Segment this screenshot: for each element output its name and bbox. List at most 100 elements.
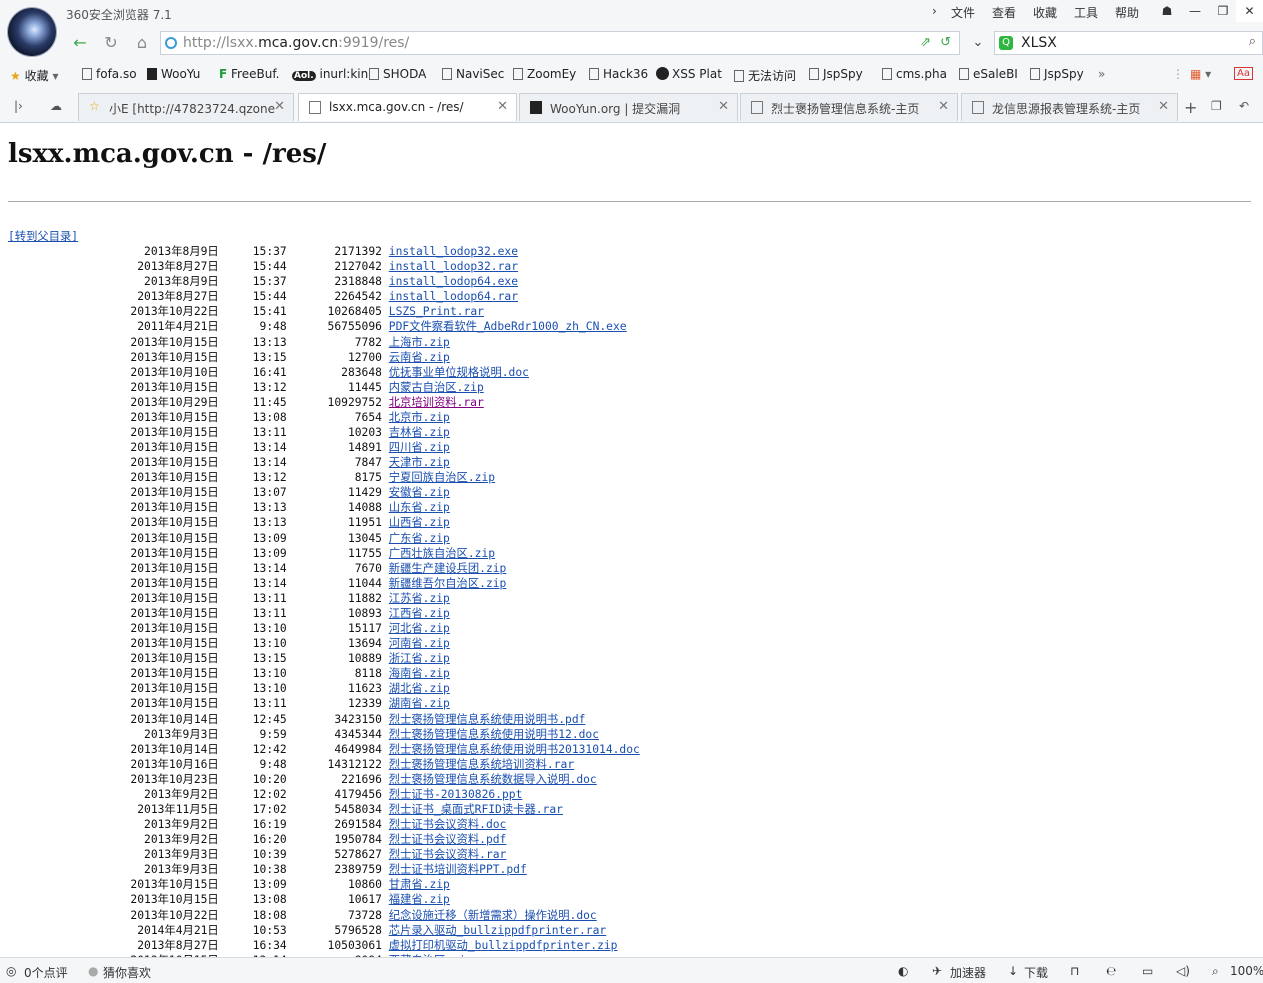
zoom-level[interactable]: 100% [1230,964,1263,978]
file-link[interactable]: 芯片录入驱动_bullzippdfprinter.rar [389,924,606,937]
file-link[interactable]: 北京市.zip [389,411,450,424]
security-icon[interactable]: ◐ [898,964,908,978]
bookmark-item[interactable]: XSS Plat [656,67,722,81]
file-link[interactable]: install_lodop32.exe [389,245,518,258]
bookmark-item[interactable]: Aol. inurl:kin [292,67,368,81]
file-link[interactable]: 烈士褒扬管理信息系统数据导入说明.doc [389,773,597,786]
undo-close-icon[interactable]: ↶ [1239,99,1249,113]
file-link[interactable]: 山东省.zip [389,501,450,514]
file-link[interactable]: 宁夏回族自治区.zip [389,471,495,484]
comment-icon[interactable]: ◎ [6,964,16,978]
menu-tools[interactable]: 工具 [1074,4,1098,21]
tab-report-system[interactable]: 龙信思源报表管理系统-主页 ✕ [961,93,1178,121]
file-link[interactable]: 烈士证书-20130826.ppt [389,788,523,801]
menu-file[interactable]: 文件 [951,4,975,21]
bookmark-item[interactable]: JspSpy [1030,67,1084,81]
bookmark-item[interactable]: 无法访问 [734,67,796,84]
tab-list-icon[interactable]: ❐ [1211,99,1222,113]
accelerator-button[interactable]: 加速器 [950,964,986,981]
tab-wooyun[interactable]: WooYun.org | 提交漏洞 ✕ [519,93,738,121]
file-link[interactable]: install_lodop32.rar [389,260,518,273]
file-link[interactable]: 广东省.zip [389,532,450,545]
reload-green-icon[interactable]: ↺ [940,35,951,50]
menu-favorites[interactable]: 收藏 [1033,4,1057,21]
file-link[interactable]: 新疆维吾尔自治区.zip [389,577,507,590]
tab-martyr-system[interactable]: 烈士褒扬管理信息系统-主页 ✕ [740,93,958,121]
back-icon[interactable]: ← [68,31,92,55]
close-tab-icon[interactable]: ✕ [274,99,285,114]
file-link[interactable]: PDF文件察看软件_AdbeRdr1000_zh_CN.exe [389,320,627,333]
apps-grid-icon[interactable]: ▦ ▾ [1190,67,1211,81]
search-icon[interactable]: ⌕ [1249,34,1256,49]
volume-icon[interactable]: ◁) [1176,964,1190,978]
bookmark-item[interactable]: fofa.so [82,67,137,81]
refresh-icon[interactable]: ↻ [99,31,123,55]
bookmark-favorites[interactable]: ★ 收藏 ▾ [10,67,58,84]
screenshot-icon[interactable]: ⊓ [1070,964,1079,978]
cloud-icon[interactable]: ☁ [50,99,62,113]
download-icon[interactable]: ↓ [1008,964,1018,978]
file-link[interactable]: LSZS_Print.rar [389,305,484,318]
close-tab-icon[interactable]: ✕ [497,99,508,114]
translate-icon[interactable]: Aa [1234,67,1253,80]
file-link[interactable]: 天津市.zip [389,456,450,469]
ie-mode-icon[interactable]: ℮ [1106,964,1116,978]
search-box[interactable]: Q XLSX ⌕ [994,31,1263,55]
file-link[interactable]: 纪念设施迁移（新增需求）操作说明.doc [389,909,597,922]
file-link[interactable]: 甘肃省.zip [389,878,450,891]
file-link[interactable]: 广西壮族自治区.zip [389,547,495,560]
file-link[interactable]: 湖南省.zip [389,697,450,710]
close-tab-icon[interactable]: ✕ [718,99,729,114]
file-link[interactable]: 江西省.zip [389,607,450,620]
file-link[interactable]: 山西省.zip [389,516,450,529]
recommend-link[interactable]: 猜你喜欢 [103,964,151,981]
menu-chevron-icon[interactable]: › [932,4,937,18]
bookmark-item[interactable]: F FreeBuf. [219,67,280,81]
bookmark-item[interactable]: JspSpy [809,67,863,81]
file-link[interactable]: 烈士褒扬管理信息系统使用说明书20131014.doc [389,743,640,756]
home-icon[interactable]: ⌂ [130,31,154,55]
browser-logo-icon[interactable] [8,8,56,56]
bookmark-item[interactable]: eSaleBI [959,67,1018,81]
file-link[interactable]: install_lodop64.exe [389,275,518,288]
file-link[interactable]: 优抚事业单位规格说明.doc [389,366,529,379]
file-link[interactable]: 烈士证书会议资料.pdf [389,833,507,846]
bookmark-item[interactable]: WooYu [147,67,200,81]
file-link[interactable]: 福建省.zip [389,893,450,906]
file-link[interactable]: 上海市.zip [389,336,450,349]
window-icon[interactable]: ▭ [1142,964,1153,978]
file-link[interactable]: 烈士证书会议资料.rar [389,848,507,861]
file-link[interactable]: 浙江省.zip [389,652,450,665]
url-text[interactable]: http://lsxx.mca.gov.cn:9919/res/ [183,35,409,51]
bookmark-item[interactable]: cms.pha [882,67,947,81]
share-icon[interactable]: ⇗ [920,35,931,50]
search-input[interactable]: XLSX [1021,35,1057,51]
file-link[interactable]: 烈士褒扬管理信息系统使用说明书.pdf [389,713,586,726]
close-window-button[interactable]: ✕ [1236,0,1263,22]
new-tab-icon[interactable]: + [1184,98,1197,117]
bookmark-item[interactable]: Hack36 [589,67,648,81]
close-tab-icon[interactable]: ✕ [938,99,949,114]
file-link[interactable]: 烈士证书_桌面式RFID读卡器.rar [389,803,563,816]
minimize-button[interactable]: — [1180,0,1210,22]
file-link[interactable]: 虚拟打印机驱动_bullzippdfprinter.zip [389,939,618,952]
file-link[interactable]: 云南省.zip [389,351,450,364]
bookmark-item[interactable]: ZoomEy [513,67,576,81]
file-link[interactable]: 海南省.zip [389,667,450,680]
file-link[interactable]: 四川省.zip [389,441,450,454]
parent-directory-link[interactable]: [转到父目录] [8,230,78,243]
file-link[interactable]: 河南省.zip [389,637,450,650]
tab-res[interactable]: lsxx.mca.gov.cn - /res/ ✕ [298,93,517,121]
tab-qzone[interactable]: ☆ 小E [http://47823724.qzone ✕ [78,93,294,121]
file-link[interactable]: 烈士褒扬管理信息系统培训资料.rar [389,758,574,771]
sidebar-toggle-icon[interactable]: |› [14,99,23,113]
file-link[interactable]: 江苏省.zip [389,592,450,605]
file-link[interactable]: 北京培训资料.rar [389,396,484,409]
address-dropdown-icon[interactable]: ⌄ [966,31,990,55]
search-engine-icon[interactable]: Q [999,36,1013,50]
skin-icon[interactable]: ☗ [1152,0,1182,22]
bookmark-item[interactable]: NaviSec [442,67,504,81]
file-link[interactable]: 新疆生产建设兵团.zip [389,562,507,575]
download-button[interactable]: 下载 [1024,964,1048,981]
file-link[interactable]: install_lodop64.rar [389,290,518,303]
